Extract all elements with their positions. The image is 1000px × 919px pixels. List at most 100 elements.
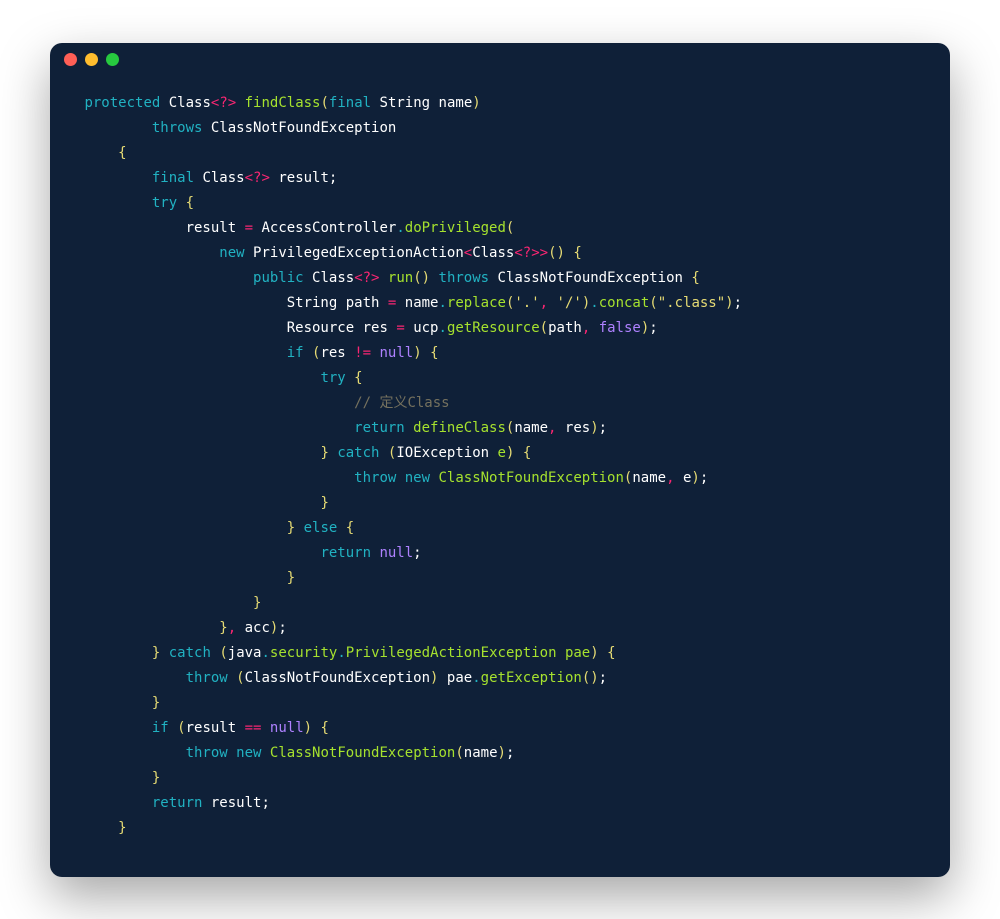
code-token (379, 270, 387, 286)
code-token: { (523, 445, 531, 461)
code-token: throw (354, 470, 396, 486)
code-token (76, 120, 152, 136)
code-token: acc (245, 620, 270, 636)
code-token: ; (734, 295, 742, 311)
code-line: } (76, 491, 924, 516)
code-token: () (548, 245, 565, 261)
code-token: } (253, 595, 261, 611)
code-token (76, 620, 219, 636)
code-token: // 定义Class (354, 395, 449, 411)
code-token: . (396, 220, 404, 236)
code-token (76, 320, 287, 336)
code-token: Class (312, 270, 354, 286)
code-token: name (439, 95, 473, 111)
code-token (228, 745, 236, 761)
code-line: // 定义Class (76, 391, 924, 416)
code-token (557, 645, 565, 661)
code-token (76, 820, 118, 836)
code-token: } (118, 820, 126, 836)
code-token: . (261, 645, 269, 661)
code-line: } (76, 566, 924, 591)
code-token: ; (261, 795, 269, 811)
code-token: } (152, 695, 160, 711)
code-token: public (253, 270, 304, 286)
code-token: = (396, 320, 404, 336)
minimize-icon[interactable] (85, 53, 98, 66)
code-token: path (346, 295, 380, 311)
code-token: null (379, 545, 413, 561)
code-token: ( (177, 720, 185, 736)
code-token (304, 345, 312, 361)
code-token: == (245, 720, 262, 736)
code-token (430, 95, 438, 111)
code-line: final Class<?> result; (76, 166, 924, 191)
code-token: , (582, 320, 590, 336)
code-token (379, 295, 387, 311)
code-line: result = AccessController.doPrivileged( (76, 216, 924, 241)
code-token: '.' (514, 295, 539, 311)
code-token: () (413, 270, 430, 286)
code-token (236, 220, 244, 236)
code-token (489, 445, 497, 461)
code-line: protected Class<?> findClass(final Strin… (76, 91, 924, 116)
code-token: false (599, 320, 641, 336)
code-token (590, 320, 598, 336)
code-token: Class (472, 245, 514, 261)
code-token (76, 370, 320, 386)
code-token (76, 220, 186, 236)
code-token: String (380, 95, 431, 111)
code-token: ; (649, 320, 657, 336)
code-line: String path = name.replace('.', '/').con… (76, 291, 924, 316)
code-token (228, 670, 236, 686)
code-token (76, 670, 186, 686)
code-token: ) (413, 345, 421, 361)
code-token (76, 445, 320, 461)
code-token: run (388, 270, 413, 286)
code-token (76, 720, 152, 736)
code-token: { (186, 195, 194, 211)
code-token (76, 745, 186, 761)
code-block: protected Class<?> findClass(final Strin… (50, 77, 950, 877)
code-token: PrivilegedActionException (346, 645, 557, 661)
code-line: } catch (IOException e) { (76, 441, 924, 466)
code-token (76, 795, 152, 811)
code-token (76, 295, 287, 311)
code-token (76, 345, 287, 361)
code-token: <?> (211, 95, 236, 111)
code-token (76, 695, 152, 711)
code-line: return null; (76, 541, 924, 566)
code-token (160, 645, 168, 661)
code-token (295, 520, 303, 536)
code-token: } (287, 520, 295, 536)
code-token: , (540, 295, 548, 311)
code-token: name (514, 420, 548, 436)
code-token: try (152, 195, 177, 211)
code-token: null (270, 720, 304, 736)
maximize-icon[interactable] (106, 53, 119, 66)
code-token: ) (590, 420, 598, 436)
code-token (438, 670, 446, 686)
code-token (245, 245, 253, 261)
code-token: return (152, 795, 203, 811)
code-token (548, 295, 556, 311)
code-token: = (245, 220, 253, 236)
code-token: ; (599, 670, 607, 686)
code-token: ( (649, 295, 657, 311)
code-line: public Class<?> run() throws ClassNotFou… (76, 266, 924, 291)
close-icon[interactable] (64, 53, 77, 66)
code-line: { (76, 141, 924, 166)
code-token (76, 470, 354, 486)
code-token (236, 720, 244, 736)
code-token: result (186, 220, 237, 236)
code-token: pae (447, 670, 472, 686)
code-token: ClassNotFoundException (270, 745, 455, 761)
code-token: null (379, 345, 413, 361)
code-token: . (438, 295, 446, 311)
code-token (202, 120, 210, 136)
code-token (312, 720, 320, 736)
code-token: security (270, 645, 337, 661)
code-token: } (219, 620, 227, 636)
code-line: } (76, 591, 924, 616)
code-line: try { (76, 366, 924, 391)
code-token: '/' (557, 295, 582, 311)
